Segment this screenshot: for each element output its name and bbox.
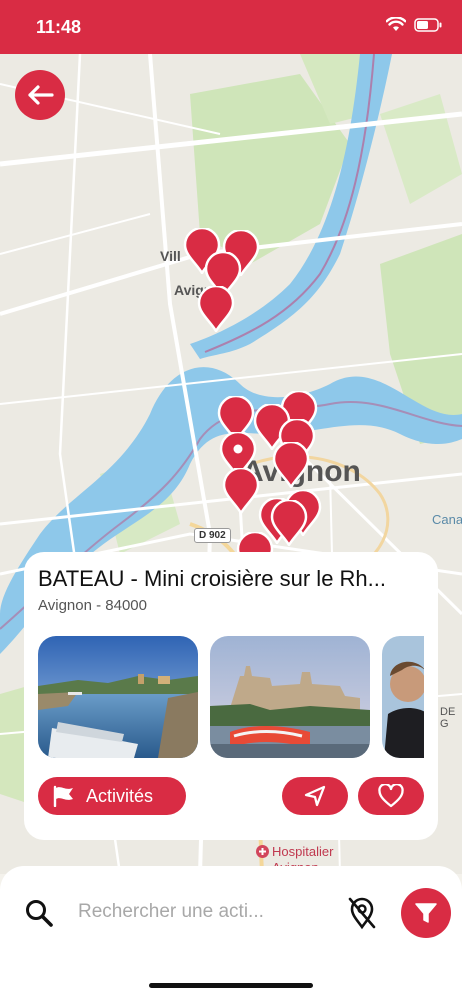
activity-title: BATEAU - Mini croisière sur le Rh... bbox=[38, 566, 387, 591]
category-button[interactable]: Activités bbox=[38, 777, 186, 815]
category-label: Activités bbox=[86, 785, 154, 806]
photo-river-boat[interactable] bbox=[38, 636, 198, 758]
filter-funnel-icon bbox=[415, 903, 437, 923]
road-badge-d902: D 902 bbox=[194, 528, 231, 543]
flag-icon bbox=[53, 785, 73, 807]
filter-button[interactable] bbox=[401, 888, 451, 938]
hospital-icon bbox=[256, 845, 269, 858]
map-label-deg-text: DE G bbox=[440, 706, 456, 730]
map-label-villeneuve-line1: Vill bbox=[160, 248, 181, 264]
map-label-hospital-line1: Hospitalier bbox=[272, 844, 334, 859]
search-input[interactable] bbox=[78, 896, 318, 928]
back-button[interactable] bbox=[15, 70, 65, 120]
status-icons bbox=[386, 17, 442, 32]
status-bar: 11:48 bbox=[0, 0, 462, 54]
map-label-hospital: Hospitalier bbox=[256, 844, 333, 859]
photo-palais-des-papes[interactable] bbox=[210, 636, 370, 758]
photo-gallery[interactable] bbox=[38, 636, 424, 758]
battery-icon bbox=[414, 17, 442, 32]
map-pin[interactable] bbox=[272, 442, 310, 488]
search-icon[interactable] bbox=[24, 898, 54, 928]
navigation-arrow-icon bbox=[304, 785, 326, 807]
map-pin[interactable] bbox=[197, 286, 235, 332]
arrow-left-icon bbox=[28, 85, 54, 105]
photo-visitor[interactable] bbox=[382, 636, 424, 758]
navigate-button[interactable] bbox=[282, 777, 348, 815]
road-badge-d902-text: D 902 bbox=[199, 530, 226, 541]
status-time: 11:48 bbox=[36, 17, 82, 37]
map-label-deg: DE G bbox=[440, 706, 462, 730]
favorite-button[interactable] bbox=[358, 777, 424, 815]
wifi-icon bbox=[386, 17, 406, 31]
activity-location: Avignon - 84000 bbox=[38, 597, 147, 614]
map-pin[interactable] bbox=[270, 500, 308, 546]
activity-card[interactable]: BATEAU - Mini croisière sur le Rh... Avi… bbox=[24, 552, 438, 840]
map-pin[interactable] bbox=[222, 468, 260, 514]
bottom-search-bar bbox=[0, 866, 462, 1000]
map-label-canal-text: Cana bbox=[432, 512, 462, 527]
map-label-canal: Cana bbox=[432, 512, 462, 527]
location-off-icon[interactable] bbox=[346, 896, 378, 930]
home-indicator bbox=[149, 983, 313, 988]
map-label-villeneuve: Vill bbox=[160, 248, 181, 264]
heart-icon bbox=[378, 784, 404, 808]
